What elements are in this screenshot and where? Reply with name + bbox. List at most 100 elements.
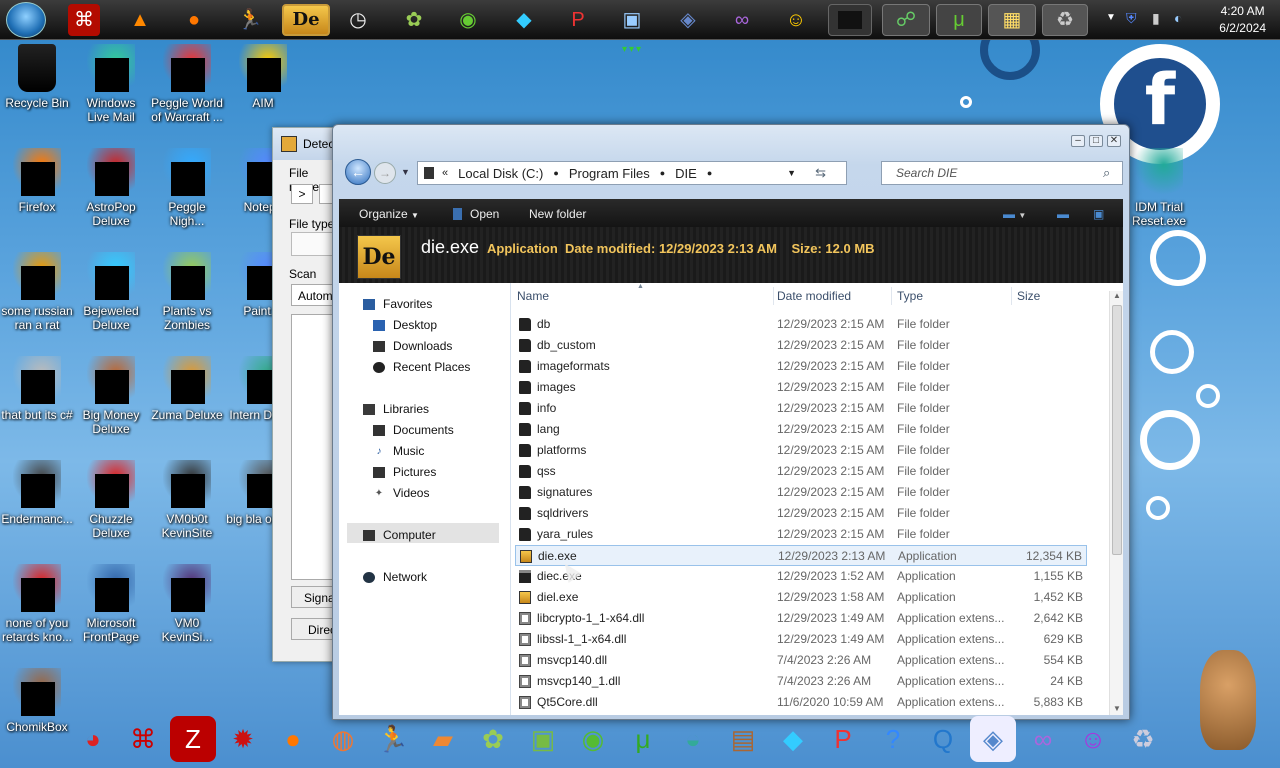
overflow-chevron-icon[interactable]: « [442,167,448,179]
plants-vs-zombies-icon[interactable]: ✿ [470,716,516,762]
search-input[interactable]: Search DIE [881,161,1123,185]
breadcrumb-die[interactable]: DIE [675,166,697,181]
column-divider[interactable] [773,287,774,305]
desktop-icon-bejeweled[interactable]: Bejeweled Deluxe [74,252,148,332]
die-icon[interactable]: ▰ [420,716,466,762]
file-row[interactable]: qss 12/29/2023 2:15 AM File folder [515,461,1087,482]
minimize-button[interactable]: – [1071,135,1085,147]
refresh-icon[interactable]: ⇆ [815,165,826,181]
chuzzle-icon[interactable]: ◕ [70,716,116,762]
paint-icon[interactable]: ▣ [520,716,566,762]
utorrent-icon[interactable]: μ [620,716,666,762]
file-row[interactable]: libcrypto-1_1-x64.dll 12/29/2023 1:49 AM A… [515,608,1087,629]
file-row[interactable]: die.exe 12/29/2023 2:13 AM Application 12,3… [515,545,1087,566]
desktop-icon-plants-vs-zombies[interactable]: Plants vs Zombies [150,252,224,332]
desktop-icon-windows-live-mail[interactable]: Windows Live Mail [74,44,148,124]
file-row[interactable]: imageformats 12/29/2023 2:15 AM File folde… [515,356,1087,377]
desktop-icon-endermanch[interactable]: Endermanc... [0,460,74,526]
clock[interactable]: 4:20 AM 6/2/2024 [1219,3,1266,37]
tray-chevron-icon[interactable]: ▼ [1106,12,1116,23]
forward-button[interactable]: → [374,162,396,184]
volume-icon[interactable]: ◐ [1174,10,1182,26]
scrollbar-thumb[interactable] [1112,305,1122,555]
desktop-icon-vm0[interactable]: VM0 KevinSi... [150,564,224,644]
desktop-icon-big-money[interactable]: Big Money Deluxe [74,356,148,436]
peggle-icon[interactable]: P [820,716,866,762]
address-bar[interactable]: « Local Disk (C:) ● Program Files ● DIE … [417,161,847,185]
file-row[interactable]: msvcp140_1.dll 7/4/2023 2:26 AM Applicatio… [515,671,1087,692]
firefox-icon[interactable]: ● [270,716,316,762]
file-row[interactable]: signatures 12/29/2023 2:15 AM File folder [515,482,1087,503]
breadcrumb-program-files[interactable]: Program Files [569,166,650,181]
search-icon[interactable]: ⌕ [1103,165,1110,181]
desktop-icon-peggle-nights[interactable]: Peggle Nigh... [150,148,224,228]
quicktime-icon[interactable]: Q [920,716,966,762]
file-type-field[interactable] [291,232,337,256]
column-divider[interactable] [1011,287,1012,305]
nav-favorites[interactable]: Favorites [363,297,432,311]
nav-desktop[interactable]: Desktop [373,318,437,332]
file-row[interactable]: images 12/29/2023 2:15 AM File folder [515,377,1087,398]
bejeweled-icon[interactable]: ◆ [508,4,540,36]
terminal-icon[interactable] [828,4,872,36]
aim-icon[interactable]: 🏃 [234,4,266,36]
file-row[interactable]: Qt5Core.dll 11/6/2020 10:59 AM Application… [515,692,1087,713]
nav-libraries[interactable]: Libraries [363,402,429,416]
desktop-icon-idm-trial-reset[interactable]: IDM Trial Reset.exe [1122,148,1196,228]
filezilla-icon[interactable]: Z [170,716,216,762]
scroll-up-icon[interactable]: ▲ [1113,291,1121,300]
aim-icon[interactable]: 🏃 [370,716,416,762]
file-row[interactable]: libssl-1_1-x64.dll 12/29/2023 1:49 AM Appl… [515,629,1087,650]
directory-button[interactable]: Direc [291,618,337,640]
clock-icon[interactable]: ◷ [342,4,374,36]
opera-icon[interactable]: ◍ [320,716,366,762]
file-row[interactable]: lang 12/29/2023 2:15 AM File folder [515,419,1087,440]
nav-recent-places[interactable]: Recent Places [373,360,470,374]
yahoo-icon[interactable]: ☺ [1070,716,1116,762]
column-header-name[interactable]: Name [517,289,549,303]
nav-music[interactable]: ♪ Music [373,444,425,458]
visual-studio-icon[interactable]: ∞ [1020,716,1066,762]
control-panel-icon[interactable]: ▦ [988,4,1036,36]
desktop-icon-frontpage[interactable]: Microsoft FrontPage [74,564,148,644]
shield-icon[interactable]: ⛨ [1126,10,1137,27]
desktop-icon-that-but-csharp[interactable]: that but its c# [0,356,74,422]
breadcrumb-local-disk[interactable]: Local Disk (C:) [458,166,543,181]
recent-pages-dropdown-icon[interactable]: ▼ [401,167,410,177]
help-icon[interactable]: ? [870,716,916,762]
file-row[interactable]: diel.exe 12/29/2023 1:58 AM Application 1,4… [515,587,1087,608]
column-header-size[interactable]: Size [1017,289,1040,303]
chomikbox-icon[interactable]: ▤ [720,716,766,762]
help-icon[interactable]: ▣ [1093,207,1104,221]
new-folder-button[interactable]: New folder [529,207,586,221]
nav-documents[interactable]: Documents [373,423,454,437]
file-row[interactable]: sqldrivers 12/29/2023 2:15 AM File folder [515,503,1087,524]
desktop-icon-russian-rat[interactable]: some russian ran a rat [0,252,74,332]
breadcrumb-separator-icon[interactable]: ● [707,168,712,178]
desktop-icon-chomikbox[interactable]: ChomikBox [0,668,74,734]
bejeweled-icon[interactable]: ◆ [770,716,816,762]
nav-downloads[interactable]: Downloads [373,339,452,353]
column-divider[interactable] [891,287,892,305]
breadcrumb-separator-icon[interactable]: ● [553,168,558,178]
frontpage-icon[interactable]: ◈ [970,716,1016,762]
organize-button[interactable]: Organize ▼ [359,207,419,221]
column-header-date[interactable]: Date modified [777,289,851,303]
breadcrumb-separator-icon[interactable]: ● [660,168,665,178]
recycle-icon[interactable]: ♻ [1042,4,1088,36]
chuzzle-red-icon[interactable]: ✹ [220,716,266,762]
acrobat-icon[interactable]: ⌘ [68,4,100,36]
desktop-icon-none-of-you[interactable]: none of you retards kno... [0,564,74,644]
nav-network[interactable]: Network [363,570,427,584]
die-icon[interactable]: De [282,4,330,36]
idm-icon[interactable]: ◒ [670,716,716,762]
vlc-icon[interactable]: ▲ [124,4,156,36]
open-button[interactable]: Open [453,207,499,221]
desktop-icon-zuma[interactable]: Zuma Deluxe [150,356,224,422]
acrobat-icon[interactable]: ⌘ [120,716,166,762]
desktop-icon-aim[interactable]: AIM [226,44,300,110]
desktop-icon-astropop[interactable]: AstroPop Deluxe [74,148,148,228]
visual-studio-icon[interactable]: ∞ [726,4,758,36]
file-row[interactable]: info 12/29/2023 2:15 AM File folder [515,398,1087,419]
back-button[interactable]: ← [345,159,371,185]
